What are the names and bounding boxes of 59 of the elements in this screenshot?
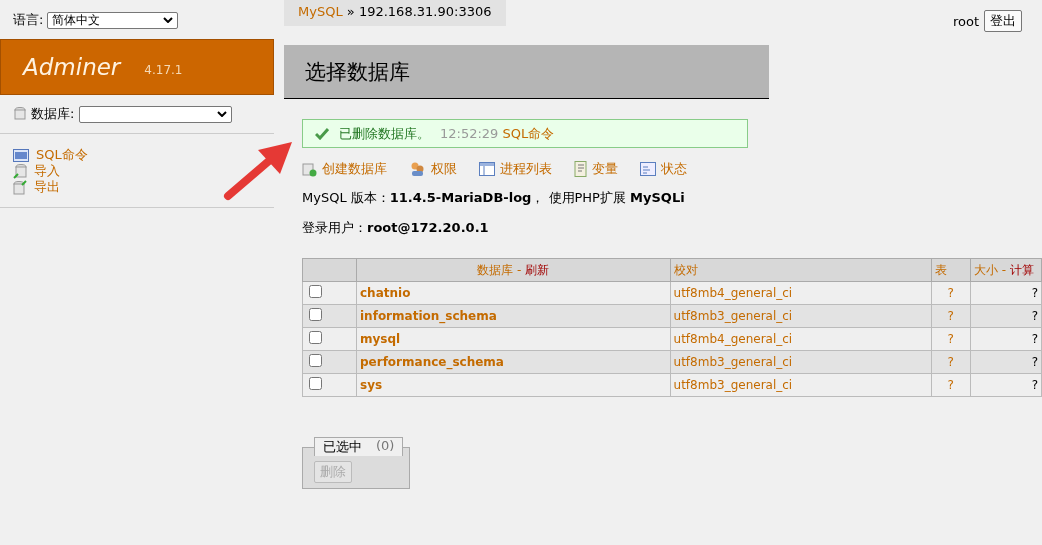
database-label: 数据库:: [31, 105, 75, 123]
table-cell: utf8mb3_general_ci: [670, 373, 931, 397]
info-text: MySQL 版本：11.4.5-MariaDB-log， 使用PHP扩展 MySQLi: [302, 189, 686, 207]
column-header[interactable]: 数据库: [477, 262, 514, 277]
database-link[interactable]: sys: [360, 378, 383, 392]
message-time: 12:52:29: [440, 126, 499, 141]
sql-icon: [13, 148, 29, 162]
message-text: 已删除数据库。: [339, 124, 430, 143]
database-link[interactable]: chatnio: [360, 286, 411, 300]
table-cell: utf8mb3_general_ci: [670, 350, 931, 374]
language-select[interactable]: 简体中文: [47, 11, 179, 29]
sql-link[interactable]: SQL命令: [502, 124, 555, 143]
row-checkbox[interactable]: [309, 354, 322, 367]
info-text: 登录用户：root@172.20.0.1: [302, 219, 490, 237]
chevron-down-icon: [217, 111, 228, 117]
database-icon: [302, 161, 317, 177]
notebook-icon: [574, 161, 587, 177]
sidebar-link[interactable]: SQL命令: [36, 146, 88, 164]
column-action-link[interactable]: 刷新: [525, 262, 550, 277]
database-link[interactable]: mysql: [360, 332, 401, 346]
separator-text: -: [517, 262, 522, 277]
action-link[interactable]: 状态: [661, 160, 687, 178]
column-header[interactable]: 校对: [673, 262, 698, 277]
table-cell: utf8mb3_general_ci: [670, 304, 931, 328]
user-name: root: [952, 13, 979, 29]
breadcrumb-text: » 192.168.31.90:3306: [346, 4, 492, 19]
arrow-drawing: [222, 140, 294, 202]
database-select[interactable]: [79, 105, 233, 123]
action-link[interactable]: 进程列表: [500, 160, 552, 178]
action-link[interactable]: 权限: [431, 160, 457, 178]
database-icon: [14, 107, 26, 121]
separator-text: -: [1001, 262, 1007, 277]
database-icon: [13, 179, 27, 195]
version-text: 4.17.1: [144, 63, 183, 77]
page-title: 选择数据库: [284, 45, 769, 99]
users-icon: [409, 161, 426, 177]
selection-label: 已选中: [323, 438, 362, 456]
table-cell: utf8mb4_general_ci: [670, 327, 931, 351]
table-cell: utf8mb4_general_ci: [670, 281, 931, 305]
breadcrumb-link[interactable]: MySQL: [298, 4, 343, 19]
database-icon: [13, 163, 27, 179]
check-icon: [315, 127, 329, 140]
row-checkbox[interactable]: [309, 331, 322, 344]
row-checkbox[interactable]: [309, 285, 322, 298]
sidebar-link[interactable]: 导入: [34, 162, 60, 180]
row-checkbox[interactable]: [309, 308, 322, 321]
action-link[interactable]: 创建数据库: [322, 160, 387, 178]
action-link[interactable]: 变量: [592, 160, 618, 178]
window-icon: [640, 162, 656, 176]
selection-count: (0): [376, 438, 395, 455]
language-label: 语言:: [13, 11, 44, 29]
column-header[interactable]: 大小: [974, 262, 998, 277]
logo-name[interactable]: Adminer: [23, 54, 121, 80]
logout-button[interactable]: 登出: [984, 10, 1022, 32]
column-action-link[interactable]: 计算: [1010, 262, 1034, 277]
table-icon: [479, 162, 495, 176]
row-checkbox[interactable]: [309, 377, 322, 390]
chevron-down-icon: [163, 17, 174, 23]
sidebar-link[interactable]: 导出: [34, 178, 60, 196]
